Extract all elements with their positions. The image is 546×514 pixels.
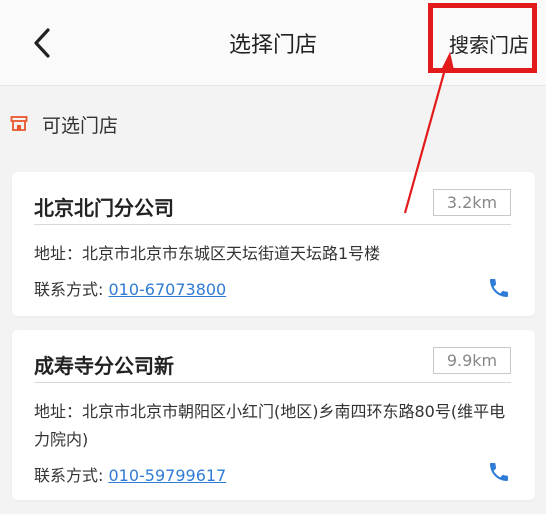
- store-address: 地址：北京市北京市朝阳区小红门(地区)乡南四环东路80号(维平电力院内): [34, 402, 506, 449]
- distance-badge: 3.2km: [433, 189, 511, 216]
- contact-row: 联系方式: 010-59799617: [34, 462, 226, 486]
- store-icon: [10, 116, 28, 131]
- store-card[interactable]: 北京北门分公司 3.2km 地址：北京市北京市东城区天坛街道天坛路1号楼 联系方…: [12, 172, 535, 316]
- store-address: 地址：北京市北京市东城区天坛街道天坛路1号楼: [34, 244, 381, 263]
- divider: [34, 224, 511, 225]
- contact-label: 联系方式:: [34, 466, 109, 485]
- divider: [34, 382, 511, 383]
- phone-link[interactable]: 010-59799617: [108, 466, 226, 485]
- phone-link[interactable]: 010-67073800: [108, 280, 226, 299]
- contact-row: 联系方式: 010-67073800: [34, 276, 226, 300]
- annotation-highlight-box: [428, 3, 537, 73]
- store-card[interactable]: 成寿寺分公司新 9.9km 地址：北京市北京市朝阳区小红门(地区)乡南四环东路8…: [12, 330, 535, 500]
- store-name: 北京北门分公司: [34, 196, 174, 220]
- store-name: 成寿寺分公司新: [34, 354, 174, 378]
- phone-icon[interactable]: [487, 460, 511, 484]
- phone-icon[interactable]: [487, 276, 511, 300]
- contact-label: 联系方式:: [34, 280, 109, 299]
- section-header: 可选门店: [10, 110, 118, 138]
- section-label: 可选门店: [42, 114, 119, 137]
- distance-badge: 9.9km: [433, 347, 511, 374]
